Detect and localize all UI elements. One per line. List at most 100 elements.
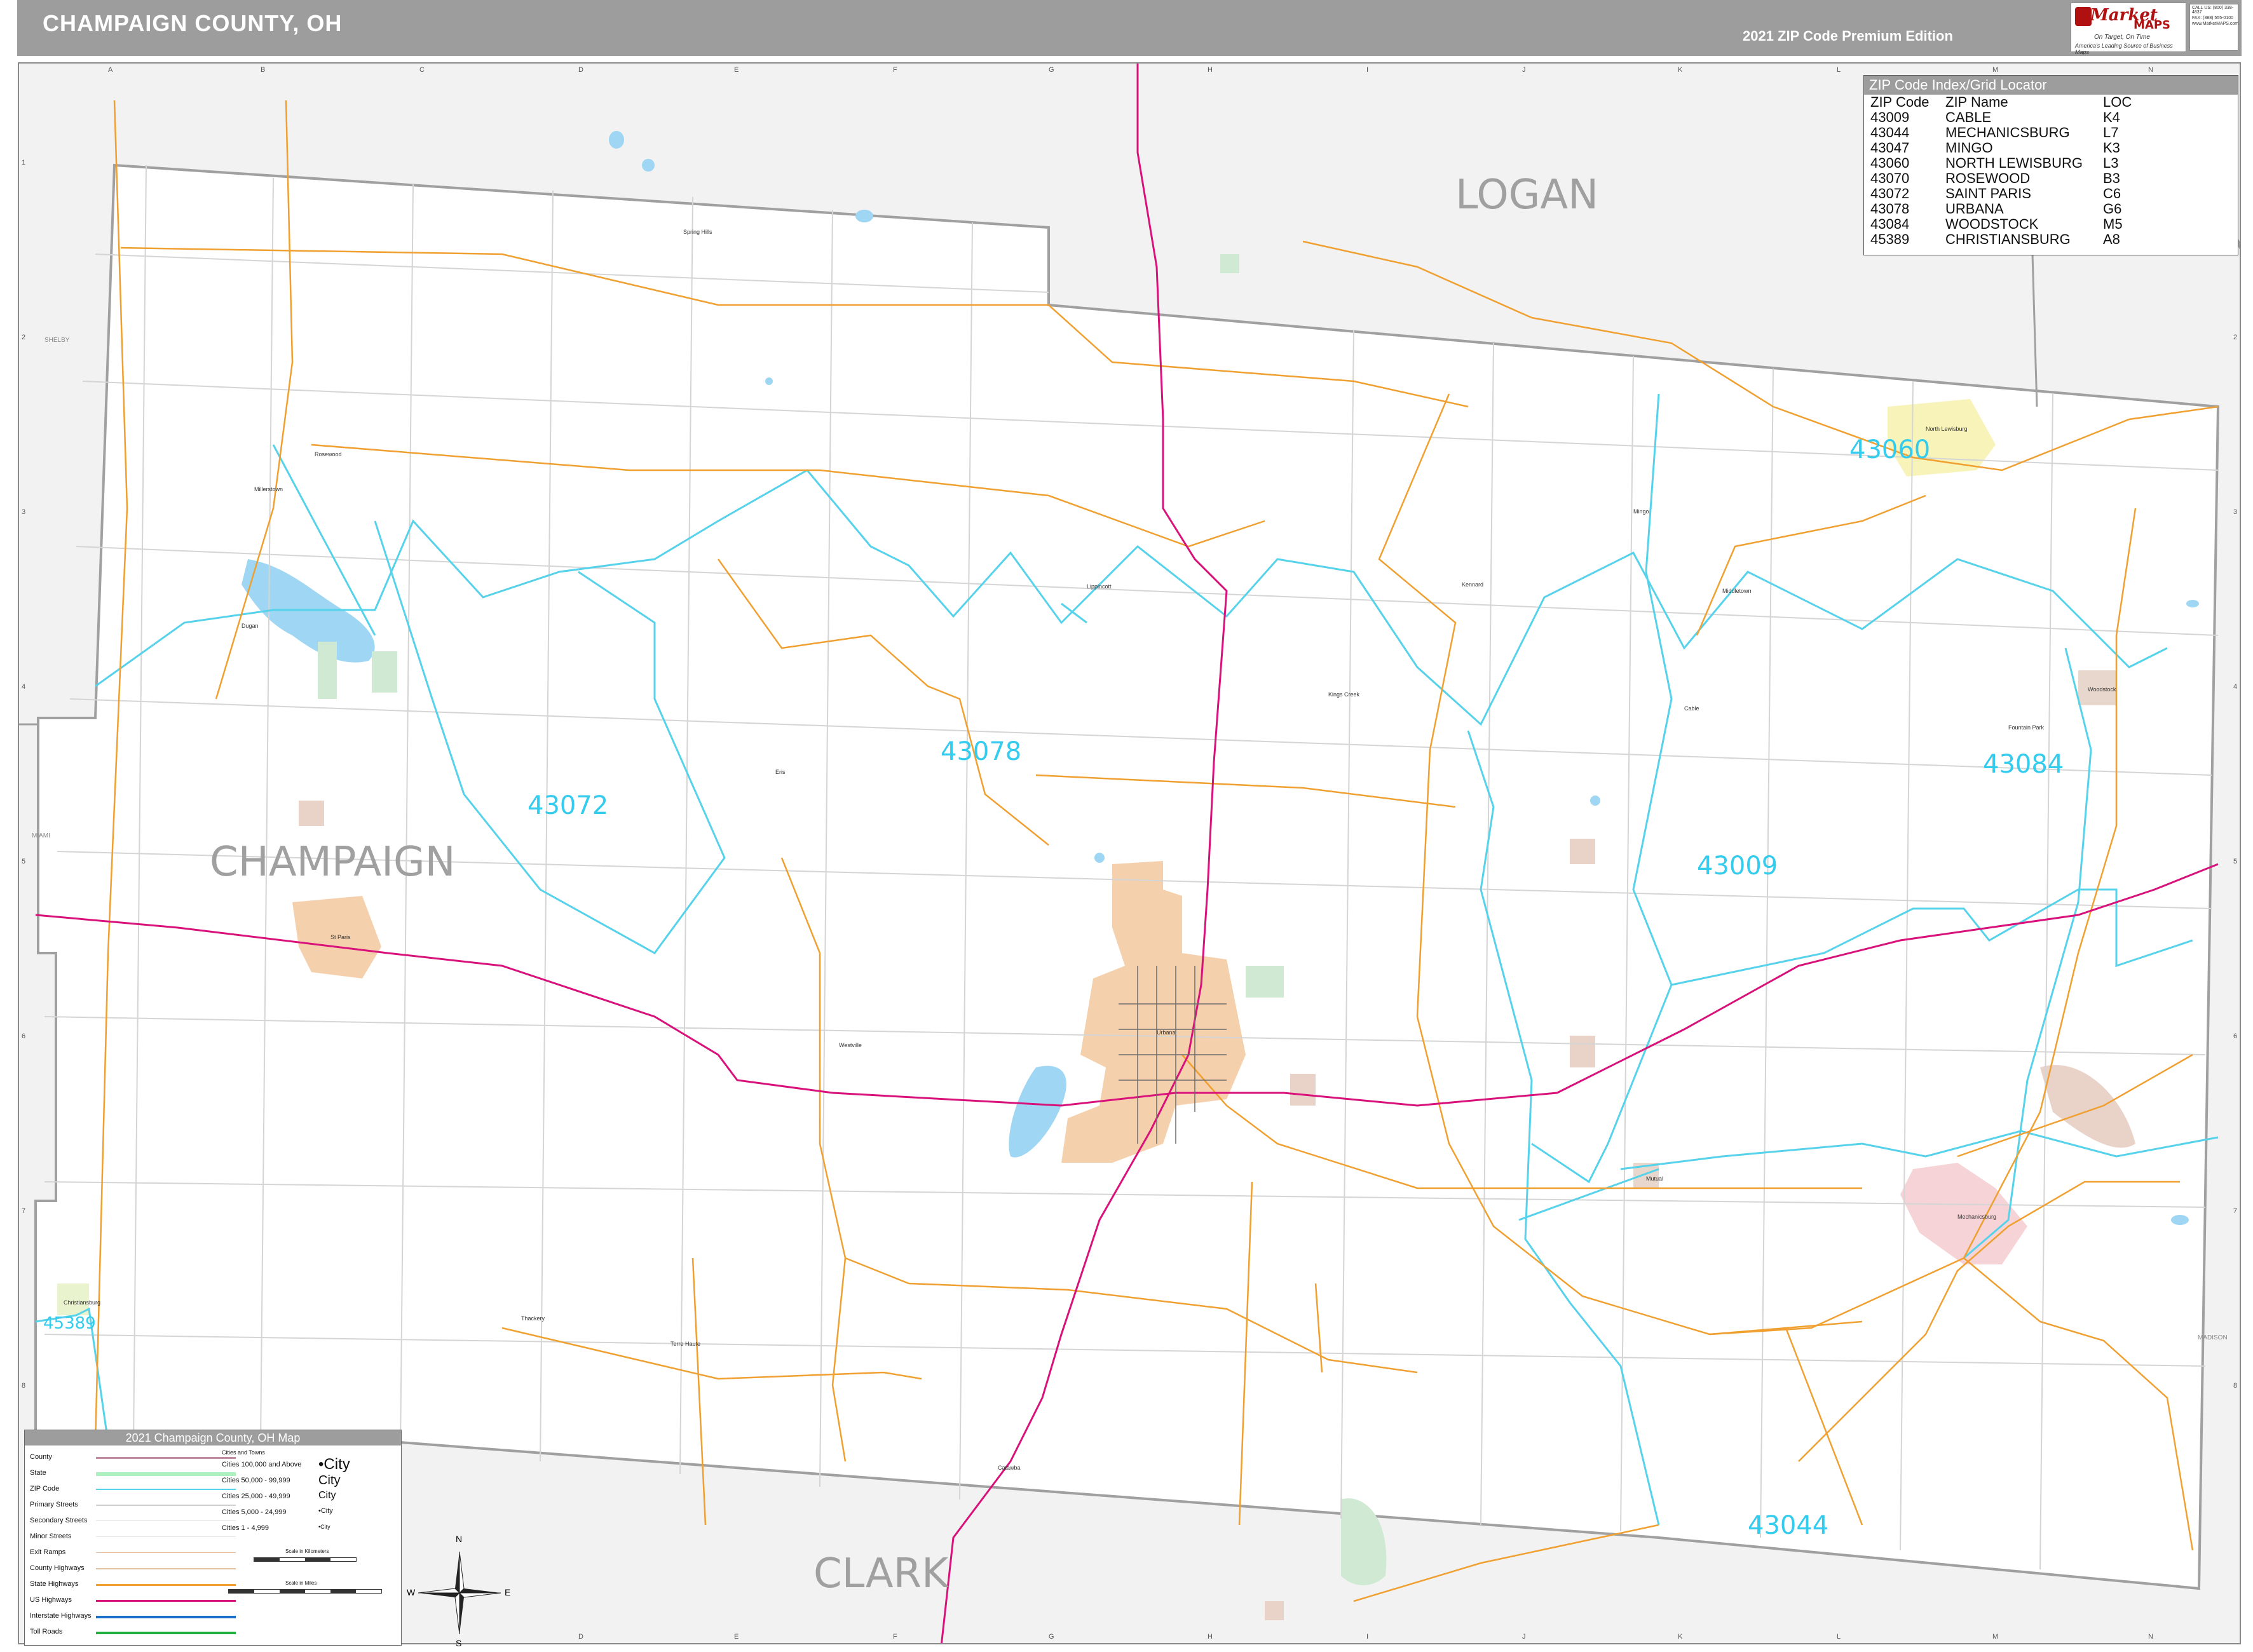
grid-col-label: J [1522, 1633, 1526, 1641]
pond [1590, 796, 1600, 806]
zip-code-cell: 45389 [1870, 231, 1910, 247]
legend-cities-title: Cities and Towns [222, 1449, 265, 1456]
place-label-mingo: Mingo [1633, 508, 1649, 515]
zip-name-cell: SAINT PARIS [1945, 186, 2031, 201]
grid-row-label: 1 [22, 159, 26, 166]
zip-name-cell: WOODSTOCK [1945, 216, 2039, 232]
place-label-spring-hills: Spring Hills [683, 229, 712, 235]
county-label-champaign: CHAMPAIGN [210, 839, 456, 886]
place-label-saint-paris: St Paris [330, 934, 351, 940]
zip-loc-cell: M5 [2103, 216, 2123, 232]
zip-label-43072: 43072 [528, 791, 609, 820]
place-label-middletown: Middletown [1722, 588, 1752, 594]
grid-col-label: N [2148, 66, 2153, 74]
legend-item-secondary: Secondary Streets [30, 1517, 88, 1524]
pond [2186, 600, 2199, 607]
kiser-lake-park-2 [372, 651, 397, 693]
legend-scale-km-bar [254, 1557, 357, 1562]
legend-city-size: Cities 100,000 and Above [222, 1461, 302, 1468]
grid-col-label: L [1837, 1633, 1841, 1641]
zip-name-cell: MECHANICSBURG [1945, 125, 2070, 140]
legend-city-size: Cities 25,000 - 49,999 [222, 1493, 290, 1500]
contact-box: CALL US: (800) 338-4837 FAX: (888) 555-0… [2189, 4, 2238, 51]
zip-name-cell: ROSEWOOD [1945, 170, 2031, 186]
map-legend: 2021 Champaign County, OH Map County Sta… [24, 1430, 402, 1646]
grid-col-label: G [1049, 1633, 1054, 1641]
zip-name-cell: URBANA [1945, 201, 2004, 217]
map-canvas[interactable]: A B C D E F G H I J K L M N A D E F G H … [18, 62, 2241, 1644]
grid-row-label: 6 [2233, 1032, 2238, 1040]
place-label-westville: Westville [839, 1042, 862, 1048]
place-label-kennard: Kennard [1462, 581, 1484, 588]
legend-item-interstate: Interstate Highways [30, 1612, 92, 1620]
zip-name-cell: CHRISTIANSBURG [1945, 231, 2071, 247]
zip-name-cell: NORTH LEWISBURG [1945, 155, 2083, 171]
grid-col-label: E [734, 1633, 739, 1641]
zip-label-43009: 43009 [1697, 851, 1778, 881]
legend-scale-mi-label: Scale in Miles [285, 1580, 317, 1586]
zip-index-row: 43072 SAINT PARIS C6 [1868, 186, 2134, 201]
cemetery [1265, 1601, 1284, 1620]
legend-item-state: State [30, 1469, 46, 1477]
grid-col-label: B [261, 66, 266, 74]
grid-row-label: 6 [22, 1032, 26, 1040]
pond [1094, 853, 1105, 863]
legend-title: 2021 Champaign County, OH Map [25, 1430, 401, 1446]
logo-m-icon [2075, 7, 2092, 26]
legend-swatch-us-hwy [96, 1600, 236, 1602]
place-label-dugan: Dugan [242, 623, 259, 629]
zip-code-cell: 43078 [1870, 201, 1910, 217]
legend-swatch-county-hwy [96, 1568, 236, 1569]
compass-w: W [407, 1587, 416, 1597]
grid-row-label: 2 [22, 334, 26, 341]
legend-item-zip: ZIP Code [30, 1485, 60, 1493]
zip-loc-cell: K3 [2103, 140, 2120, 156]
grid-row-label: 8 [22, 1382, 26, 1390]
grid-col-label: K [1678, 1633, 1683, 1641]
place-label-thackery: Thackery [521, 1315, 545, 1322]
legend-swatch-ramps [96, 1552, 236, 1553]
zip-code-cell: 43084 [1870, 216, 1910, 232]
zip-index-row: 43070 ROSEWOOD B3 [1868, 171, 2134, 186]
contact-line: www.MarketMAPS.com [2192, 22, 2239, 26]
zip-loc-cell: K4 [2103, 109, 2120, 125]
market-maps-logo[interactable]: Market MAPS On Target, On Time America's… [2071, 3, 2186, 55]
zip-index-row: 43044 MECHANICSBURG L7 [1868, 125, 2134, 140]
grid-row-label: 8 [2233, 1382, 2238, 1390]
zip-index-row: 43084 WOODSTOCK M5 [1868, 217, 2134, 232]
legend-city-size: Cities 50,000 - 99,999 [222, 1477, 290, 1484]
place-label-rosewood: Rosewood [315, 451, 342, 457]
zip-label-43078: 43078 [941, 737, 1022, 766]
compass-e: E [505, 1587, 511, 1597]
zip-name-cell: CABLE [1945, 109, 1992, 125]
zip-index-header: ZIP Code [1870, 94, 1930, 110]
legend-city-sample: City [318, 1490, 336, 1501]
zip-index-row: 43060 NORTH LEWISBURG L3 [1868, 156, 2134, 171]
grid-row-label: 4 [22, 683, 26, 691]
place-label-fountain-park: Fountain Park [2008, 724, 2045, 731]
logo-tagline-2: America's Leading Source of Business Map… [2075, 43, 2173, 55]
county-label-logan: LOGAN [1455, 172, 1598, 219]
grid-row-label: 2 [2233, 334, 2238, 341]
pond [765, 377, 773, 385]
zip-code-index-table: ZIP Code Index/Grid Locator ZIP Code ZIP… [1863, 75, 2238, 255]
grid-col-label: G [1049, 66, 1054, 74]
legend-swatch-secondary [96, 1520, 236, 1521]
zip-index-row: 45389 CHRISTIANSBURG A8 [1868, 232, 2134, 247]
zip-loc-cell: L3 [2103, 155, 2119, 171]
contact-line: FAX: (888) 555-0100 [2192, 16, 2233, 20]
zip-loc-cell: B3 [2103, 170, 2120, 186]
edition-label: 2021 ZIP Code Premium Edition [1743, 28, 1953, 44]
legend-item-county: County [30, 1453, 52, 1461]
zip-index-title: ZIP Code Index/Grid Locator [1864, 76, 2238, 95]
zip-label-43044: 43044 [1748, 1511, 1829, 1540]
golf-course [1570, 1036, 1595, 1067]
zip-code-cell: 43047 [1870, 140, 1910, 156]
contact-line: CALL US: (800) 338-4837 [2192, 6, 2234, 15]
place-label-terre-haute: Terre Haute [670, 1341, 701, 1347]
zip-index-header: ZIP Name [1945, 94, 2008, 110]
header-bar: CHAMPAIGN COUNTY, OH 2021 ZIP Code Premi… [17, 0, 2242, 56]
park [1246, 966, 1284, 998]
pond [2171, 1215, 2189, 1225]
compass-icon [418, 1551, 501, 1635]
